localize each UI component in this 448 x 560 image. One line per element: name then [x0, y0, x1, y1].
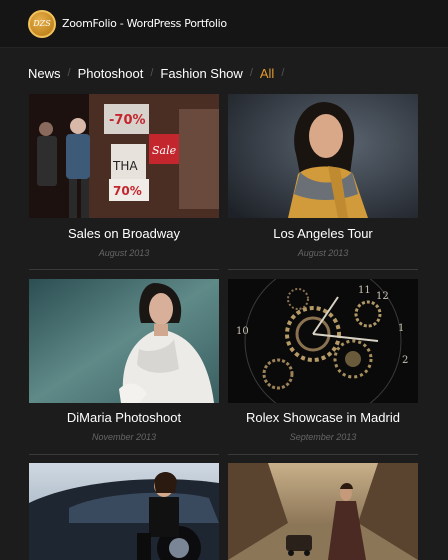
site-logo[interactable]: DZS: [28, 10, 56, 38]
filter-separator: /: [67, 67, 71, 79]
divider: [228, 454, 418, 455]
site-title[interactable]: ZoomFolio - WordPress Portfolio: [62, 17, 227, 30]
svg-text:12: 12: [376, 291, 389, 302]
portfolio-item-rolex-showcase[interactable]: 12 1 2 11 10 Rolex Showcase in Madrid Se…: [228, 279, 418, 455]
portfolio-item-sales-on-broadway[interactable]: -70% Sale THA 70% Sales on Broadway Augu…: [29, 94, 219, 270]
portfolio-title[interactable]: Sales on Broadway: [29, 226, 219, 241]
filter-separator: /: [281, 67, 285, 79]
portfolio-item-dimaria-photoshoot[interactable]: DiMaria Photoshoot November 2013: [29, 279, 219, 455]
svg-text:Sale: Sale: [152, 144, 177, 157]
svg-text:11: 11: [358, 285, 371, 296]
logo-text: DZS: [33, 19, 51, 28]
filter-news[interactable]: News: [28, 66, 61, 81]
portfolio-thumbnail[interactable]: [228, 94, 418, 218]
svg-text:70%: 70%: [113, 184, 142, 198]
svg-text:-70%: -70%: [109, 113, 146, 128]
portfolio-date: November 2013: [91, 432, 157, 442]
portfolio-title[interactable]: Los Angeles Tour: [228, 226, 418, 241]
divider: [29, 454, 219, 455]
portfolio-item-5[interactable]: [29, 463, 219, 560]
site-header: DZS ZoomFolio - WordPress Portfolio: [0, 0, 448, 48]
divider: [29, 269, 219, 270]
filter-all[interactable]: All: [260, 66, 274, 81]
portfolio-thumbnail[interactable]: [228, 463, 418, 560]
filter-separator: /: [249, 67, 253, 79]
filter-separator: /: [150, 67, 154, 79]
portfolio-title[interactable]: DiMaria Photoshoot: [29, 410, 219, 425]
svg-text:1: 1: [398, 323, 404, 334]
portfolio-thumbnail[interactable]: [29, 463, 219, 560]
portfolio-date: August 2013: [98, 248, 150, 258]
portfolio-thumbnail[interactable]: 12 1 2 11 10: [228, 279, 418, 403]
divider: [228, 269, 418, 270]
filter-fashion-show[interactable]: Fashion Show: [160, 66, 242, 81]
portfolio-title[interactable]: Rolex Showcase in Madrid: [228, 410, 418, 425]
portfolio-item-los-angeles-tour[interactable]: Los Angeles Tour August 2013: [228, 94, 418, 270]
portfolio-thumbnail[interactable]: [29, 279, 219, 403]
category-filter-bar: News / Photoshoot / Fashion Show / All /: [28, 64, 291, 82]
portfolio-thumbnail[interactable]: -70% Sale THA 70%: [29, 94, 219, 218]
svg-text:10: 10: [236, 326, 249, 337]
portfolio-date: September 2013: [289, 432, 357, 442]
portfolio-item-6[interactable]: [228, 463, 418, 560]
svg-text:2: 2: [402, 355, 408, 366]
filter-photoshoot[interactable]: Photoshoot: [78, 66, 144, 81]
svg-text:THA: THA: [112, 159, 138, 173]
portfolio-date: August 2013: [297, 248, 349, 258]
